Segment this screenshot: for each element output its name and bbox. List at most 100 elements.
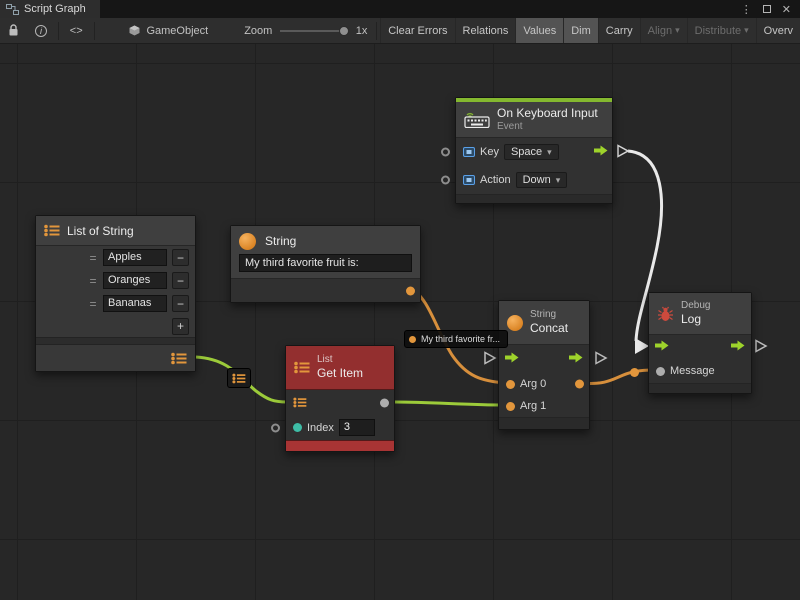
node-title: List of String [67, 224, 134, 238]
string-output-port[interactable] [406, 286, 415, 295]
remove-item-button[interactable]: − [172, 249, 189, 266]
index-value-port[interactable] [271, 423, 280, 432]
list-icon [44, 224, 60, 237]
graph-canvas[interactable]: On Keyboard Input Event Key Space ▾ [0, 44, 800, 600]
string-output-row [231, 278, 420, 302]
wire-value-dot [630, 368, 639, 377]
keycode-icon [463, 175, 475, 185]
action-dropdown[interactable]: Down ▾ [516, 172, 568, 188]
gameobject-icon [129, 25, 140, 36]
item-output-port[interactable] [380, 398, 389, 407]
key-row: Key Space ▾ [456, 138, 612, 166]
zoom-value: 1x [356, 25, 368, 37]
arg1-input-port[interactable] [506, 402, 515, 411]
node-concat[interactable]: String Concat Arg 0 Arg 1 [498, 300, 590, 430]
toolbar-separator [376, 22, 377, 40]
toolbar-separator [94, 22, 95, 40]
align-button[interactable]: Align ▾ [640, 18, 687, 43]
node-divider [36, 337, 195, 345]
control-output-port[interactable] [569, 350, 583, 368]
control-row [649, 335, 751, 359]
zoom-slider-handle[interactable] [339, 26, 349, 36]
control-output-port[interactable] [731, 338, 745, 356]
list-item-field[interactable]: Oranges [103, 272, 167, 289]
node-string-literal[interactable]: String My third favorite fruit is: [230, 225, 421, 303]
action-value-port[interactable] [441, 176, 450, 185]
carry-button[interactable]: Carry [598, 18, 640, 43]
relations-button[interactable]: Relations [455, 18, 516, 43]
lock-button[interactable] [0, 18, 27, 43]
list-item-row: = Bananas − [36, 292, 195, 315]
values-button[interactable]: Values [515, 18, 563, 43]
remove-item-button[interactable]: − [172, 272, 189, 289]
list-item-field[interactable]: Bananas [103, 295, 167, 312]
add-item-button[interactable]: + [172, 318, 189, 335]
unity-script-graph-window: Script Graph ⋮ ✕ i <> GameObj [0, 0, 800, 600]
arg1-row: Arg 1 [499, 395, 589, 417]
key-dropdown[interactable]: Space ▾ [504, 144, 559, 160]
code-button[interactable]: <> [62, 18, 91, 43]
info-icon: i [35, 25, 47, 37]
key-label: Key [480, 146, 499, 158]
node-subtitle: Event [497, 121, 598, 133]
node-category: List [317, 354, 363, 366]
node-title: Get Item [317, 366, 363, 380]
list-output-port[interactable] [171, 352, 187, 365]
clear-errors-button[interactable]: Clear Errors [380, 18, 454, 43]
tab-script-graph[interactable]: Script Graph [0, 0, 100, 18]
chevron-down-icon: ▾ [675, 25, 680, 36]
arg0-input-port[interactable] [506, 380, 515, 389]
string-type-icon [507, 315, 523, 331]
string-value-icon [409, 336, 416, 343]
control-input-port[interactable] [655, 338, 669, 356]
flow-triangle-icon [618, 146, 628, 157]
script-graph-icon [6, 4, 19, 15]
list-input-port[interactable] [293, 397, 307, 408]
node-get-item[interactable]: List Get Item Index 3 [285, 345, 395, 452]
list-icon [232, 373, 246, 384]
arg1-label: Arg 1 [520, 400, 546, 412]
string-value-field[interactable]: My third favorite fruit is: [239, 254, 412, 272]
node-log[interactable]: Debug Log Message [648, 292, 752, 394]
chevron-down-icon: ▾ [744, 25, 749, 36]
index-input-port[interactable] [293, 423, 302, 432]
keyboard-icon [464, 111, 490, 128]
node-category: Debug [681, 300, 710, 312]
bug-icon [657, 306, 674, 322]
lock-icon [8, 24, 19, 37]
distribute-button[interactable]: Distribute ▾ [687, 18, 756, 43]
control-input-port[interactable] [505, 350, 519, 368]
node-title: On Keyboard Input [497, 106, 598, 120]
wire-getitem-to-concat [395, 402, 505, 405]
node-footer [456, 194, 612, 203]
list-item-field[interactable]: Apples [103, 249, 167, 266]
graph-toolbar: i <> GameObject Zoom 1x Clear Errors Rel… [0, 18, 800, 44]
message-input-port[interactable] [656, 367, 665, 376]
info-button[interactable]: i [27, 18, 55, 43]
gameobject-field[interactable]: GameObject [129, 25, 208, 37]
node-on-keyboard-input[interactable]: On Keyboard Input Event Key Space ▾ [455, 97, 613, 204]
dim-button[interactable]: Dim [563, 18, 598, 43]
node-footer [286, 440, 394, 451]
list-input-row [286, 390, 394, 415]
wire-arrowhead [635, 338, 649, 354]
flow-triangle-icon [485, 353, 495, 364]
toolbar-separator [58, 22, 59, 40]
maximize-icon[interactable] [763, 5, 771, 13]
drag-handle-icon[interactable]: = [88, 274, 98, 288]
close-icon[interactable]: ✕ [782, 3, 791, 16]
overview-button[interactable]: Overv [756, 18, 800, 43]
drag-handle-icon[interactable]: = [88, 251, 98, 265]
zoom-slider[interactable] [280, 25, 348, 37]
action-label: Action [480, 174, 511, 186]
key-value-port[interactable] [441, 148, 450, 157]
window-menu-icon[interactable]: ⋮ [741, 3, 752, 16]
result-output-port[interactable] [575, 380, 584, 389]
chevron-down-icon: ▾ [556, 175, 561, 186]
list-output-row [36, 345, 195, 371]
control-output-port[interactable] [594, 143, 608, 161]
remove-item-button[interactable]: − [172, 295, 189, 312]
drag-handle-icon[interactable]: = [88, 297, 98, 311]
node-list-of-string[interactable]: List of String = Apples − = Oranges − = … [35, 215, 196, 372]
index-field[interactable]: 3 [339, 419, 375, 436]
